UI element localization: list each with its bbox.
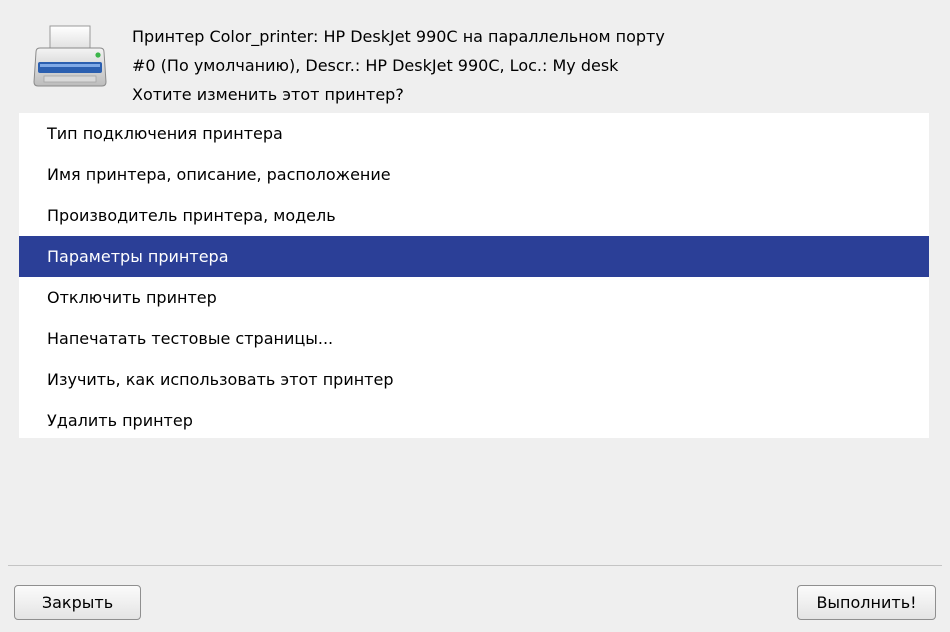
list-item-learn-printer[interactable]: Изучить, как использовать этот принтер (19, 359, 929, 400)
printer-actions-list[interactable]: Тип подключения принтера Имя принтера, о… (19, 113, 929, 438)
list-item-printer-options[interactable]: Параметры принтера (19, 236, 929, 277)
list-item-print-test-pages[interactable]: Напечатать тестовые страницы... (19, 318, 929, 359)
printer-description-line-1: Принтер Color_printer: HP DeskJet 990C н… (132, 27, 665, 46)
separator (8, 565, 942, 566)
list-item-connection-type[interactable]: Тип подключения принтера (19, 113, 929, 154)
close-button[interactable]: Закрыть (14, 585, 141, 620)
printer-description: Принтер Color_printer: HP DeskJet 990C н… (132, 22, 922, 109)
dialog-header: Принтер Color_printer: HP DeskJet 990C н… (0, 0, 950, 110)
list-item-disable-printer[interactable]: Отключить принтер (19, 277, 929, 318)
question-text: Хотите изменить этот принтер? (132, 85, 404, 104)
apply-button[interactable]: Выполнить! (797, 585, 936, 620)
printer-description-line-2: #0 (По умолчанию), Descr.: HP DeskJet 99… (132, 56, 619, 75)
printer-icon (33, 25, 107, 87)
list-item-remove-printer[interactable]: Удалить принтер (19, 400, 929, 441)
list-item-printer-name[interactable]: Имя принтера, описание, расположение (19, 154, 929, 195)
list-item-manufacturer-model[interactable]: Производитель принтера, модель (19, 195, 929, 236)
